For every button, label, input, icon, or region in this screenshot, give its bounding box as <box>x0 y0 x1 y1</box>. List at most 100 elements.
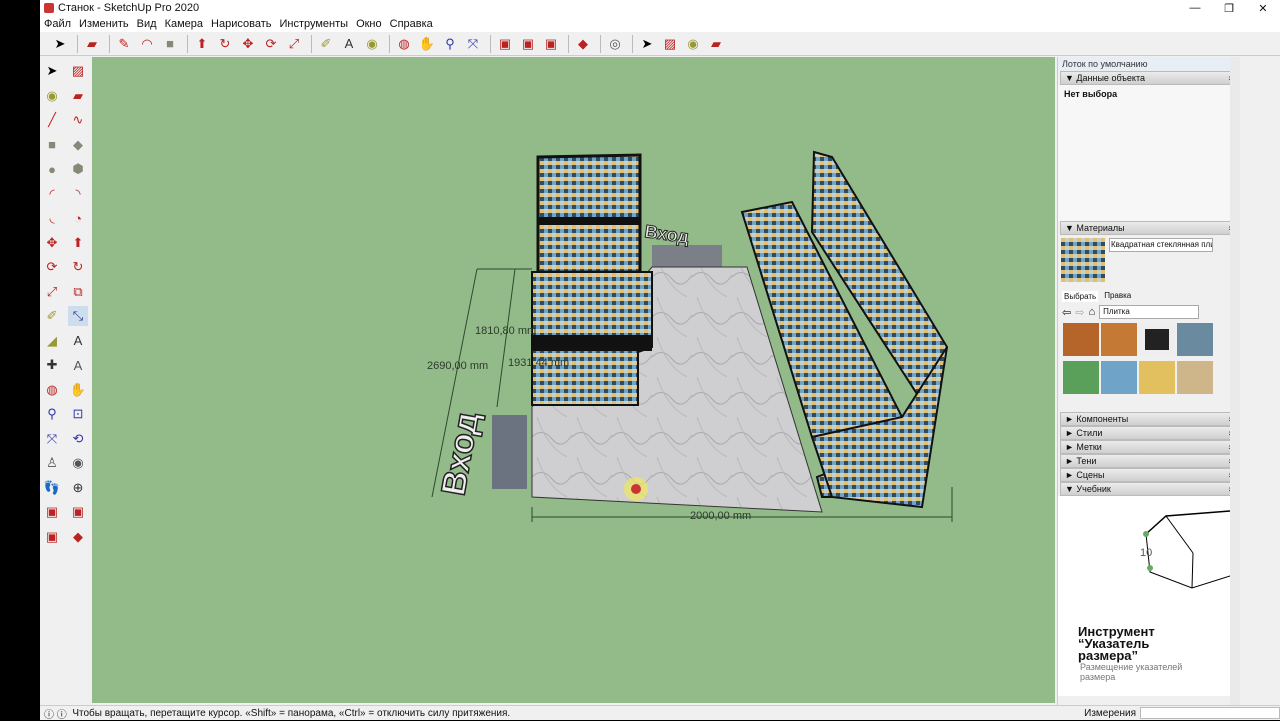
orbit-tool-icon[interactable]: ◍ <box>42 380 62 400</box>
walk-icon[interactable]: 👣 <box>42 478 62 498</box>
3d-viewport[interactable]: 2690,00 mm 1810,80 mm 1931,44 mm 2000,00… <box>92 57 1055 703</box>
material-name-input[interactable]: Квадратная стеклянная плитка <box>1109 238 1213 252</box>
material-swatch[interactable] <box>1061 238 1105 282</box>
material-thumb[interactable] <box>1063 361 1099 394</box>
followme-tool-icon[interactable]: ↻ <box>68 257 88 277</box>
account-icon[interactable]: ◎ <box>605 34 625 54</box>
material-thumb[interactable] <box>1101 361 1137 394</box>
orbit-icon[interactable]: ◍ <box>394 34 414 54</box>
pan-icon[interactable]: ✋ <box>417 34 437 54</box>
arc3-tool-icon[interactable]: ◟ <box>42 208 62 228</box>
extension-tool-icon[interactable]: ▣ <box>42 527 62 547</box>
rotated-rect-tool-icon[interactable]: ◆ <box>68 135 88 155</box>
warehouse-tool-icon[interactable]: ▣ <box>42 502 62 522</box>
measurements-input[interactable] <box>1140 707 1280 719</box>
circle-tool-icon[interactable]: ● <box>42 159 62 179</box>
protractor-tool-icon[interactable]: ◢ <box>42 331 62 351</box>
section-plane-icon[interactable]: ⊕ <box>68 478 88 498</box>
ruby-tool-icon[interactable]: ◆ <box>68 527 88 547</box>
info-icon[interactable]: ⓘ ⓘ <box>44 706 72 721</box>
rotate-tool-icon[interactable]: ⟳ <box>42 257 62 277</box>
styles-header[interactable]: ► Стили× <box>1060 426 1238 440</box>
entrance-label-front[interactable]: Вход <box>434 408 488 499</box>
material-thumb[interactable] <box>1139 323 1175 356</box>
menu-edit[interactable]: Изменить <box>79 18 129 30</box>
push-pull-icon[interactable]: ⬆ <box>192 34 212 54</box>
text-icon[interactable]: A <box>339 34 359 54</box>
pan-tool-icon[interactable]: ✋ <box>68 380 88 400</box>
dimension-height-total[interactable]: 2690,00 mm <box>427 360 488 372</box>
menu-file[interactable]: Файл <box>44 18 71 30</box>
extension-warehouse-icon[interactable]: ▣ <box>541 34 561 54</box>
components-header[interactable]: ► Компоненты× <box>1060 412 1238 426</box>
zoom-extents-icon[interactable]: ⤧ <box>463 34 483 54</box>
instructor-header[interactable]: ▼ Учебник× <box>1060 482 1238 496</box>
tab-edit[interactable]: Правка <box>1104 291 1131 302</box>
polygon-tool-icon[interactable]: ⬢ <box>68 159 88 179</box>
table-top-back[interactable] <box>536 153 642 274</box>
offset-tool-icon[interactable]: ⧉ <box>68 282 88 302</box>
arc2-tool-icon[interactable]: ◝ <box>68 184 88 204</box>
scenes-header[interactable]: ► Сцены× <box>1060 468 1238 482</box>
collection-select[interactable]: Плитка <box>1099 305 1200 319</box>
pushpull-tool-icon[interactable]: ⬆ <box>68 233 88 253</box>
text-tool-icon[interactable]: A <box>68 331 88 351</box>
entrance-label-back[interactable]: Вход <box>643 221 691 248</box>
tab-select[interactable]: Выбрать <box>1062 291 1099 302</box>
position-camera-icon[interactable]: ♙ <box>42 453 62 473</box>
material-thumb[interactable] <box>1177 323 1213 356</box>
menu-window[interactable]: Окно <box>356 18 382 30</box>
materials-header[interactable]: ▼ Материалы× <box>1060 221 1238 235</box>
minimize-button[interactable]: — <box>1178 2 1212 15</box>
arc-tool-icon[interactable]: ◜ <box>42 184 62 204</box>
share-tool-icon[interactable]: ▣ <box>68 502 88 522</box>
maximize-button[interactable]: ❐ <box>1212 2 1246 15</box>
dimension-height-b[interactable]: 1931,44 mm <box>508 357 569 369</box>
freehand-tool-icon[interactable]: ∿ <box>68 110 88 130</box>
move-tool-icon[interactable]: ✥ <box>42 233 62 253</box>
close-button[interactable]: ✕ <box>1246 2 1280 15</box>
select-icon-2[interactable]: ➤ <box>637 34 657 54</box>
select-icon[interactable]: ➤ <box>50 34 70 54</box>
rectangle-tool-icon[interactable]: ■ <box>42 135 62 155</box>
scale-tool-icon[interactable]: ⤢ <box>42 282 62 302</box>
dimension-width[interactable]: 2000,00 mm <box>690 510 751 522</box>
material-thumb[interactable] <box>1101 323 1137 356</box>
zoom-extents-tool-icon[interactable]: ⤧ <box>42 429 62 449</box>
dimension-height-a[interactable]: 1810,80 mm <box>475 325 536 337</box>
material-thumb[interactable] <box>1063 323 1099 356</box>
tape-tool-icon[interactable]: ✐ <box>42 306 62 326</box>
rotate-icon[interactable]: ⟳ <box>261 34 281 54</box>
select-tool-icon[interactable]: ➤ <box>42 61 62 81</box>
entity-info-header[interactable]: ▼ Данные объекта× <box>1060 71 1238 85</box>
back-icon[interactable]: ⇦ <box>1062 306 1071 319</box>
move-icon[interactable]: ✥ <box>238 34 258 54</box>
paint-icon-2[interactable]: ◉ <box>683 34 703 54</box>
warehouse-icon[interactable]: ▣ <box>495 34 515 54</box>
material-thumb[interactable] <box>1139 361 1175 394</box>
menu-help[interactable]: Справка <box>390 18 433 30</box>
dimension-tool-icon[interactable]: ⤡ <box>68 306 88 326</box>
menu-draw[interactable]: Нарисовать <box>211 18 271 30</box>
eraser-icon[interactable]: ▰ <box>82 34 102 54</box>
tags-header[interactable]: ► Метки× <box>1060 440 1238 454</box>
tray-scrollbar[interactable] <box>1230 57 1240 705</box>
menu-tools[interactable]: Инструменты <box>279 18 348 30</box>
share-model-icon[interactable]: ▣ <box>518 34 538 54</box>
line-tool-icon[interactable]: ╱ <box>42 110 62 130</box>
material-thumb[interactable] <box>1177 361 1213 394</box>
menu-camera[interactable]: Камера <box>165 18 203 30</box>
make-component-icon[interactable]: ▨ <box>660 34 680 54</box>
zoom-window-tool-icon[interactable]: ⊡ <box>68 404 88 424</box>
paint-tool-icon[interactable]: ◉ <box>42 86 62 106</box>
3dtext-tool-icon[interactable]: A <box>68 355 88 375</box>
pie-tool-icon[interactable]: ◔ <box>68 208 88 228</box>
zoom-icon[interactable]: ⚲ <box>440 34 460 54</box>
component-tool-icon[interactable]: ▨ <box>68 61 88 81</box>
home-icon[interactable]: ⌂ <box>1088 306 1095 318</box>
pencil-icon[interactable]: ✎ <box>114 34 134 54</box>
axes-tool-icon[interactable]: ✚ <box>42 355 62 375</box>
eraser-icon-2[interactable]: ▰ <box>706 34 726 54</box>
shadows-header[interactable]: ► Тени× <box>1060 454 1238 468</box>
menu-view[interactable]: Вид <box>137 18 157 30</box>
